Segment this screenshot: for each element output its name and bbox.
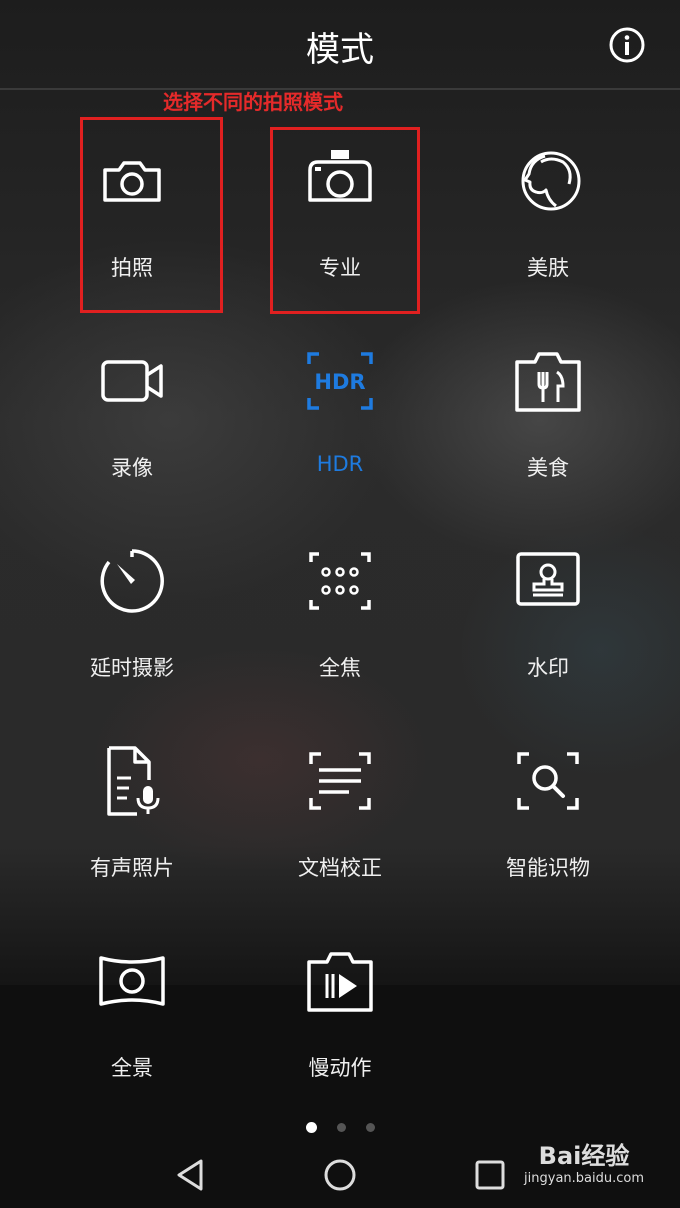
food-icon (515, 352, 581, 412)
back-triangle-icon (177, 1159, 203, 1191)
mode-label: 文档校正 (298, 856, 382, 880)
home-button[interactable] (322, 1157, 358, 1193)
mode-label: 智能识物 (506, 856, 590, 880)
slow-motion-icon (307, 952, 373, 1012)
all-focus-icon (309, 552, 371, 610)
pro-camera-icon (308, 150, 372, 202)
mode-beauty[interactable]: 美肤 (448, 130, 648, 320)
mode-label: 专业 (319, 256, 361, 280)
mode-label: 延时摄影 (90, 656, 174, 680)
svg-text:HDR: HDR (314, 370, 365, 394)
mode-pro[interactable]: 专业 (240, 130, 440, 320)
mode-label: 拍照 (111, 256, 153, 280)
mode-label: HDR (316, 452, 364, 476)
mode-photo[interactable]: 拍照 (32, 130, 232, 320)
back-button[interactable] (172, 1157, 208, 1193)
mode-all-focus[interactable]: 全焦 (240, 530, 440, 720)
mode-label: 全焦 (319, 656, 361, 680)
mode-label: 有声照片 (90, 856, 174, 880)
page-dot-active[interactable] (305, 1122, 317, 1133)
camera-icon (103, 161, 161, 202)
mode-watermark[interactable]: 水印 (448, 530, 648, 720)
home-circle-icon (324, 1159, 356, 1191)
baidu-watermark: Bai经验 jingyan.baidu.com (524, 1136, 644, 1186)
recents-square-icon (475, 1160, 505, 1190)
mode-timelapse[interactable]: 延时摄影 (32, 530, 232, 720)
info-icon (609, 27, 645, 63)
annotation-label: 选择不同的拍照模式 (163, 90, 343, 114)
watermark-url: jingyan.baidu.com (524, 1171, 644, 1186)
page-title: 模式 (306, 30, 374, 70)
page-dot[interactable] (336, 1123, 346, 1132)
face-beauty-icon (521, 151, 581, 211)
mode-document[interactable]: 文档校正 (240, 730, 440, 920)
mode-label: 水印 (527, 656, 569, 680)
mode-slow-motion[interactable]: 慢动作 (240, 930, 440, 1120)
panorama-icon (99, 956, 165, 1006)
hdr-icon: HDR (307, 352, 373, 410)
mode-label: 美食 (527, 456, 569, 480)
watermark-icon (516, 552, 580, 606)
mode-label: 慢动作 (308, 1056, 372, 1080)
info-button[interactable] (608, 26, 646, 64)
page-dot[interactable] (365, 1123, 375, 1132)
mode-food[interactable]: 美食 (448, 330, 648, 520)
page-indicator (0, 1122, 680, 1133)
mode-smart-recognition[interactable]: 智能识物 (448, 730, 648, 920)
recents-button[interactable] (472, 1157, 508, 1193)
mode-hdr[interactable]: HDR HDR (240, 330, 440, 520)
audio-photo-icon (107, 746, 160, 816)
document-scan-icon (309, 752, 371, 810)
video-icon (101, 360, 163, 402)
mode-label: 录像 (111, 456, 153, 480)
smart-recognition-icon (517, 752, 579, 810)
mode-audio-photo[interactable]: 有声照片 (32, 730, 232, 920)
mode-label: 美肤 (527, 256, 569, 280)
watermark-brand: Bai经验 (538, 1142, 630, 1170)
mode-video[interactable]: 录像 (32, 330, 232, 520)
timelapse-icon (100, 549, 164, 613)
mode-panorama[interactable]: 全景 (32, 930, 232, 1120)
header: 模式 (0, 0, 680, 90)
mode-label: 全景 (111, 1056, 153, 1080)
